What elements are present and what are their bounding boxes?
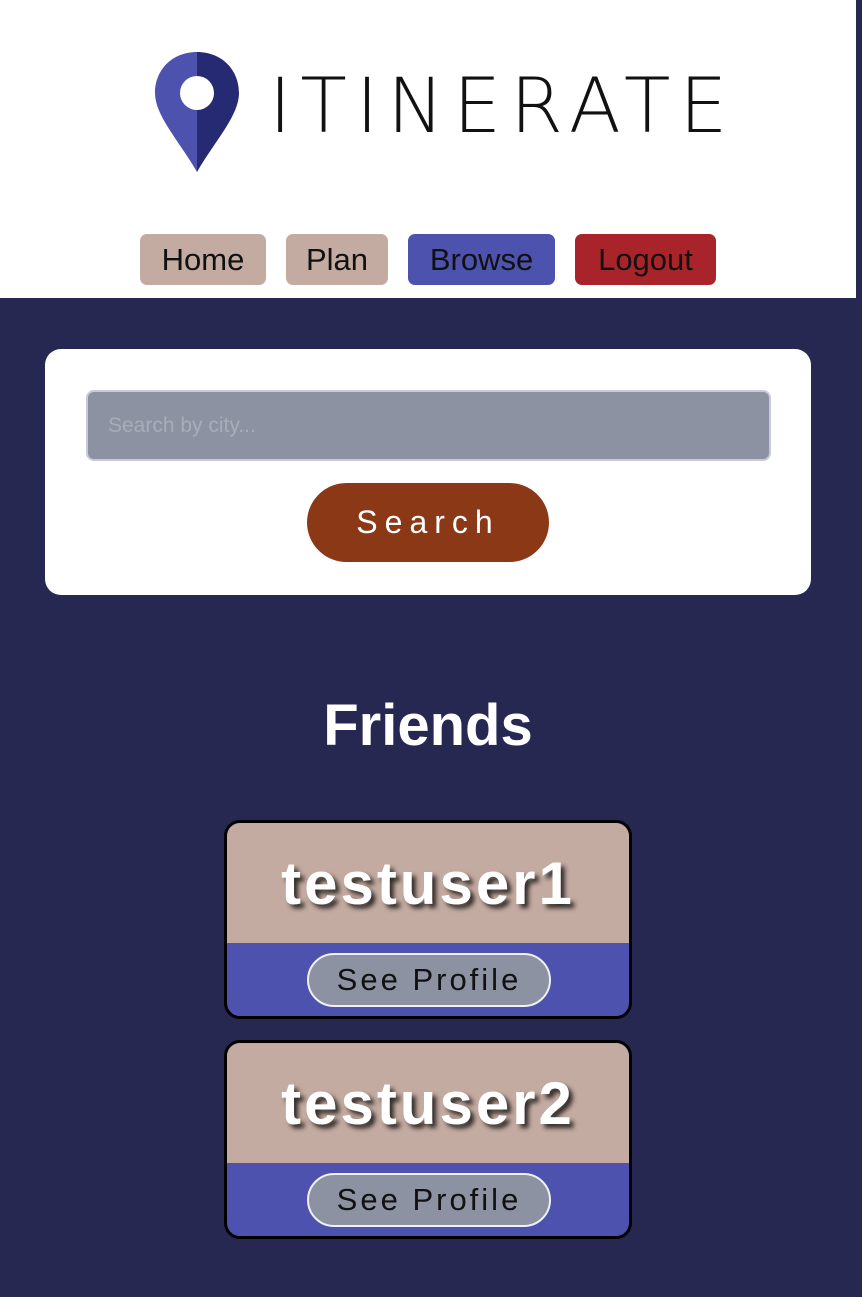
city-search-input[interactable] [86,390,771,461]
friend-card: testuser2 See Profile [224,1040,632,1239]
friend-username: testuser2 [281,1069,575,1137]
search-button[interactable]: Search [307,483,549,562]
main-nav: Home Plan Browse Logout [0,234,856,286]
search-card: Search [45,349,811,595]
friend-username: testuser1 [281,849,575,917]
brand-name: ITINERATE [269,61,737,150]
map-pin-icon [155,52,239,172]
friend-card-header: testuser1 [227,823,629,943]
see-profile-button[interactable]: See Profile [307,953,551,1007]
friend-card: testuser1 See Profile [224,820,632,1019]
see-profile-button[interactable]: See Profile [307,1173,551,1227]
nav-home-button[interactable]: Home [140,234,266,285]
nav-plan-button[interactable]: Plan [286,234,388,285]
brand-logo[interactable]: ITINERATE [152,50,752,180]
app-header: ITINERATE Home Plan Browse Logout [0,0,856,298]
logout-button[interactable]: Logout [575,234,716,285]
friend-card-header: testuser2 [227,1043,629,1163]
friends-heading: Friends [323,693,533,758]
nav-browse-button[interactable]: Browse [408,234,555,285]
